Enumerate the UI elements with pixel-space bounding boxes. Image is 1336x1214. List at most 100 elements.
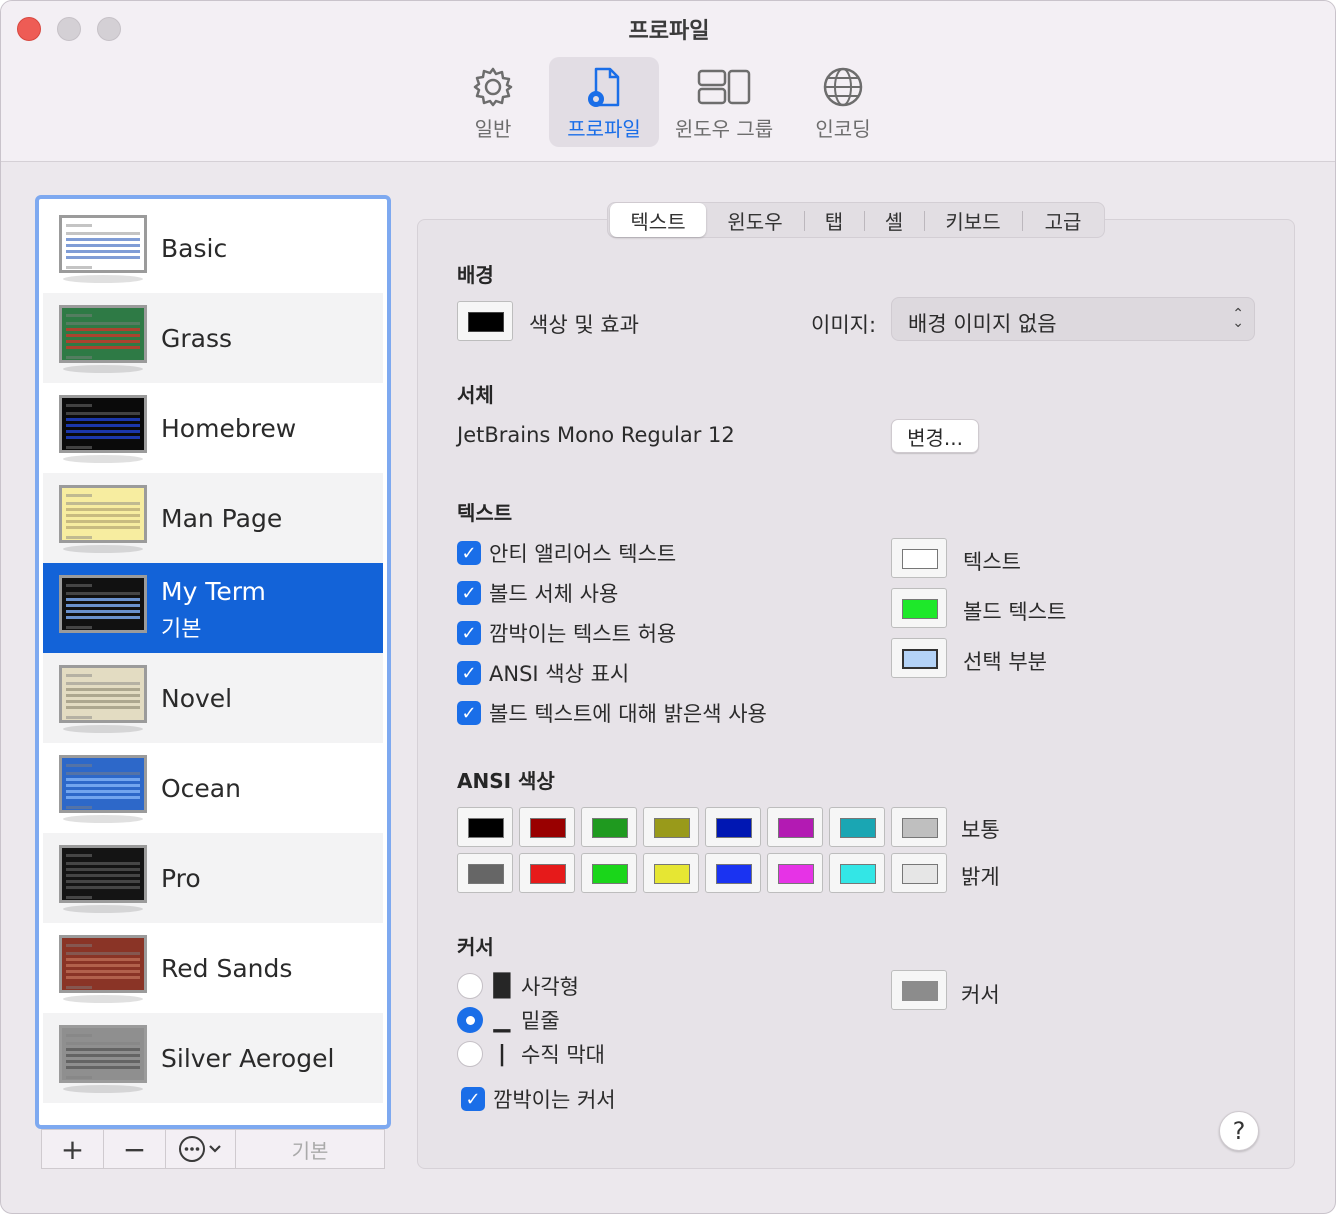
ansi-color-well[interactable]	[643, 853, 699, 893]
toolbar-tab-window-groups[interactable]: 윈도우 그룹	[663, 57, 785, 147]
profile-row-basic[interactable]: Basic	[43, 203, 383, 293]
thumbnail-text-line	[66, 868, 140, 871]
use-bold-fonts-checkbox[interactable]: ✓ 볼드 서체 사용	[457, 579, 618, 607]
checkbox-label: 볼드 서체 사용	[489, 582, 619, 606]
thumbnail-text-line	[66, 796, 140, 799]
thumbnail-text-line	[66, 436, 140, 439]
checkmark-icon: ✓	[457, 621, 481, 645]
thumbnail-text-line	[66, 250, 140, 253]
thumbnail-text-line	[66, 520, 140, 523]
remove-profile-button[interactable]: −	[104, 1130, 166, 1168]
ansi-color-well[interactable]	[519, 807, 575, 847]
allow-blinking-text-checkbox[interactable]: ✓ 깜박이는 텍스트 허용	[457, 619, 676, 647]
profile-row-ocean[interactable]: Ocean	[43, 743, 383, 833]
background-image-select[interactable]: 배경 이미지 없음 ⌃ ⌄	[891, 297, 1255, 341]
radio-button	[457, 973, 483, 999]
checkmark-icon: ✓	[461, 1087, 485, 1111]
thumbnail-text-line	[66, 322, 140, 325]
profile-name: Pro	[161, 863, 201, 893]
add-profile-button[interactable]: +	[42, 1130, 104, 1168]
ansi-color-well[interactable]	[643, 807, 699, 847]
ansi-color-well[interactable]	[829, 807, 885, 847]
cursor-heading: 커서	[457, 935, 494, 959]
thumbnail-text-line	[66, 958, 140, 961]
profile-row-novel[interactable]: Novel	[43, 653, 383, 743]
tab-shell[interactable]: 셸	[866, 203, 922, 237]
toolbar-tab-label: 프로파일	[567, 117, 641, 141]
ansi-color-swatch	[840, 864, 876, 884]
thumbnail-text-line	[66, 592, 140, 595]
thumbnail-text-line	[66, 610, 140, 613]
profile-thumbnail	[59, 395, 147, 453]
preferences-window: 프로파일 일반 프로파일 윈도우 그룹 인코딩 Basic Grass Home…	[0, 0, 1336, 1214]
font-heading: 서체	[457, 383, 494, 407]
ansi-color-well[interactable]	[581, 807, 637, 847]
selection-color-well[interactable]	[891, 638, 947, 678]
cursor-block-radio[interactable]: █ 사각형	[457, 972, 579, 1000]
ansi-color-swatch	[468, 818, 504, 838]
ansi-color-well[interactable]	[705, 853, 761, 893]
thumbnail-text-line	[66, 412, 140, 415]
cursor-vertical-bar-radio[interactable]: | 수직 막대	[457, 1040, 605, 1068]
thumbnail-text-line	[66, 1054, 140, 1057]
ansi-color-swatch	[654, 818, 690, 838]
ansi-color-well[interactable]	[891, 807, 947, 847]
thumbnail-text-line	[66, 674, 92, 677]
set-default-button[interactable]: 기본	[236, 1130, 384, 1168]
ansi-color-well[interactable]	[767, 853, 823, 893]
ansi-color-swatch	[592, 818, 628, 838]
profile-thumbnail	[59, 215, 147, 273]
tab-window[interactable]: 윈도우	[708, 203, 802, 237]
radio-label: 사각형	[521, 975, 579, 999]
thumbnail-text-line	[66, 1042, 140, 1045]
thumbnail-text-line	[66, 970, 140, 973]
toolbar-tab-encoding[interactable]: 인코딩	[791, 57, 895, 147]
profile-row-red-sands[interactable]: Red Sands	[43, 923, 383, 1013]
toolbar-tab-profiles[interactable]: 프로파일	[549, 57, 659, 147]
ansi-color-well[interactable]	[457, 807, 513, 847]
display-ansi-colors-checkbox[interactable]: ✓ ANSI 색상 표시	[457, 659, 629, 687]
profile-row-man-page[interactable]: Man Page	[43, 473, 383, 563]
ansi-color-well[interactable]	[829, 853, 885, 893]
profile-row-pro[interactable]: Pro	[43, 833, 383, 923]
ansi-color-swatch	[654, 864, 690, 884]
cursor-underline-radio[interactable]: ▁ 밑줄	[457, 1006, 560, 1034]
profile-thumbnail	[59, 305, 147, 363]
tab-advanced[interactable]: 고급	[1024, 203, 1102, 237]
tab-text[interactable]: 텍스트	[610, 203, 706, 237]
background-color-well[interactable]	[457, 301, 513, 341]
thumbnail-text-line	[66, 418, 140, 421]
help-button[interactable]: ?	[1219, 1111, 1259, 1151]
more-actions-button[interactable]	[166, 1130, 236, 1168]
antialias-checkbox[interactable]: ✓ 안티 앨리어스 텍스트	[457, 539, 676, 567]
ansi-color-well[interactable]	[891, 853, 947, 893]
profile-thumbnail	[59, 1025, 147, 1083]
ansi-color-well[interactable]	[457, 853, 513, 893]
bright-bold-text-checkbox[interactable]: ✓ 볼드 텍스트에 대해 밝은색 사용	[457, 699, 767, 727]
change-font-button[interactable]: 변경...	[891, 419, 979, 453]
blinking-cursor-checkbox[interactable]: ✓ 깜박이는 커서	[461, 1085, 616, 1113]
thumbnail-text-line	[66, 778, 140, 781]
tab-keyboard[interactable]: 키보드	[926, 203, 1020, 237]
profile-row-homebrew[interactable]: Homebrew	[43, 383, 383, 473]
tab-tab[interactable]: 탭	[806, 203, 862, 237]
toolbar-tab-general[interactable]: 일반	[441, 57, 545, 147]
ansi-bright-label: 밝게	[961, 865, 1000, 889]
ansi-color-swatch	[530, 864, 566, 884]
window-group-icon	[697, 69, 751, 105]
profile-name: Red Sands	[161, 953, 293, 983]
profile-row-my-term[interactable]: My Term 기본	[43, 563, 383, 653]
ansi-color-well[interactable]	[705, 807, 761, 847]
ansi-color-well[interactable]	[767, 807, 823, 847]
thumbnail-text-line	[66, 896, 92, 899]
ansi-color-swatch	[902, 864, 938, 884]
profile-list[interactable]: Basic Grass Homebrew Man Page My Term 기본	[35, 195, 391, 1129]
cursor-color-well[interactable]	[891, 970, 947, 1010]
profile-name: Silver Aerogel	[161, 1043, 335, 1073]
profile-row-silver-aerogel[interactable]: Silver Aerogel	[43, 1013, 383, 1103]
ansi-color-well[interactable]	[581, 853, 637, 893]
text-color-well[interactable]	[891, 538, 947, 578]
profile-row-grass[interactable]: Grass	[43, 293, 383, 383]
bold-text-color-well[interactable]	[891, 588, 947, 628]
ansi-color-well[interactable]	[519, 853, 575, 893]
